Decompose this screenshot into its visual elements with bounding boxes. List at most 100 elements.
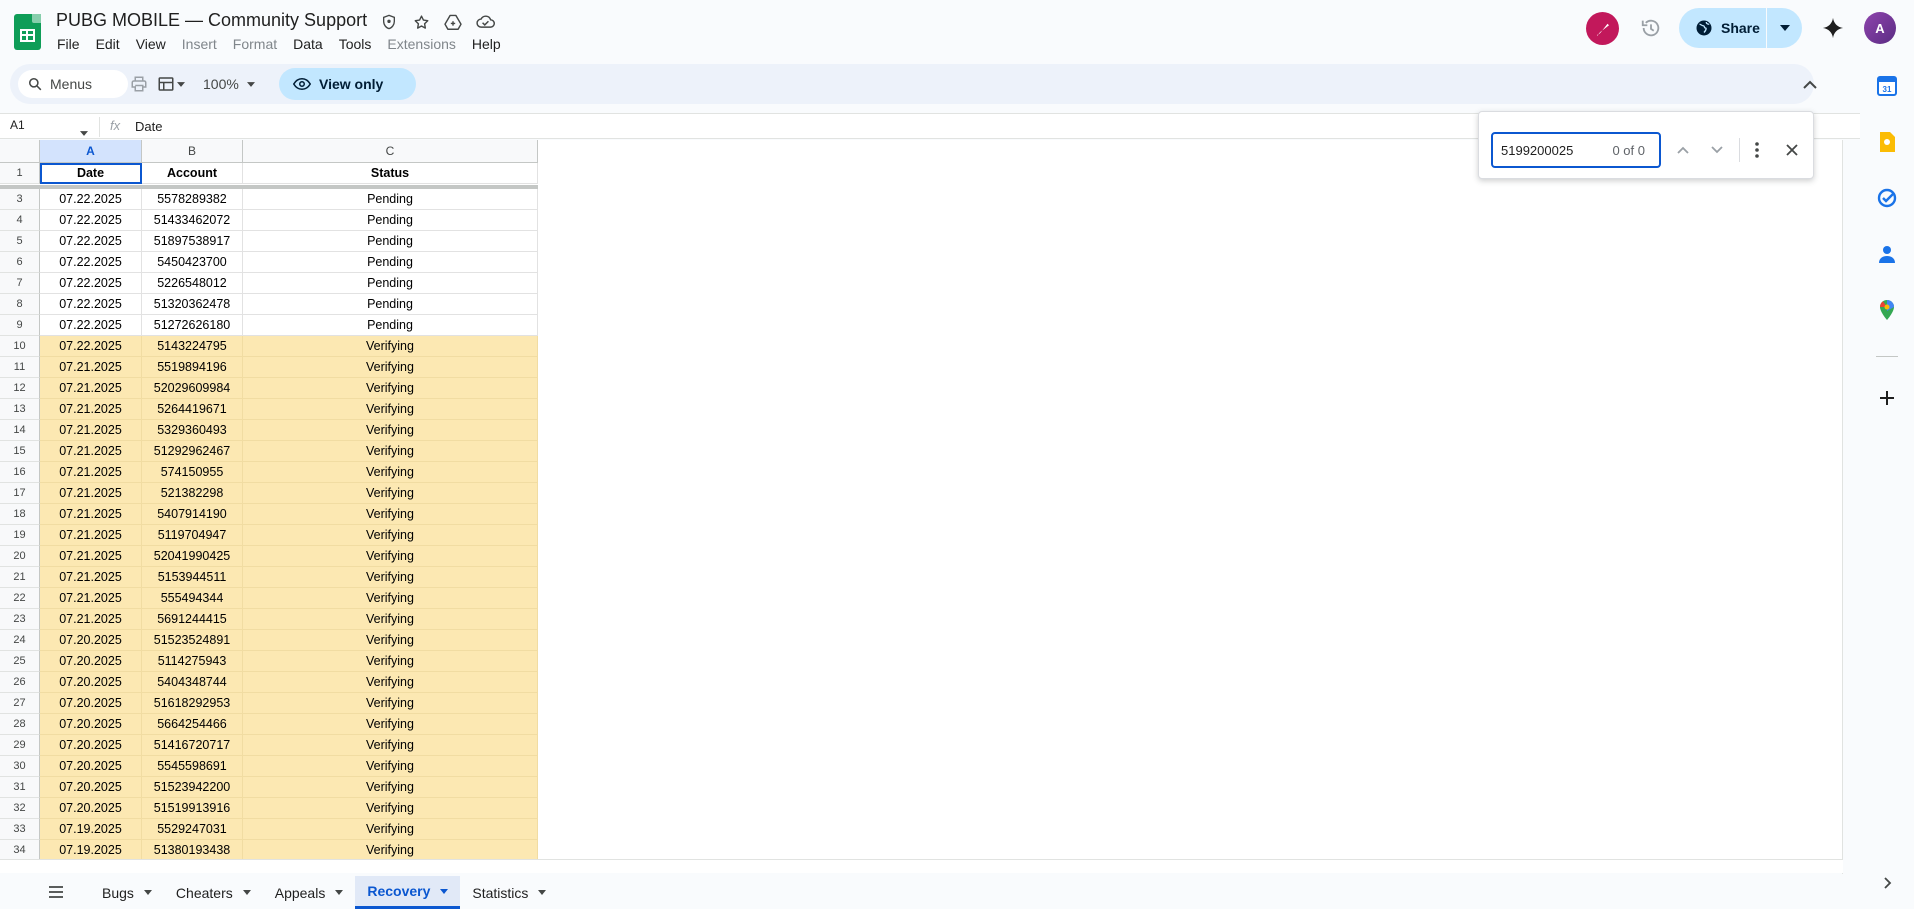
cell-account[interactable]: 5404348744 — [142, 672, 243, 693]
cell-status[interactable]: Verifying — [243, 420, 538, 441]
cell-status[interactable]: Verifying — [243, 630, 538, 651]
share-button[interactable]: Share — [1679, 8, 1802, 48]
cell-account[interactable]: 5691244415 — [142, 609, 243, 630]
print-icon[interactable] — [129, 74, 149, 94]
cell-date[interactable]: 07.22.2025 — [40, 210, 142, 231]
column-header-b[interactable]: B — [142, 140, 243, 163]
find-input[interactable]: 5199200025 0 of 0 — [1491, 132, 1661, 168]
cell-date[interactable]: 07.21.2025 — [40, 504, 142, 525]
cell-date[interactable]: 07.21.2025 — [40, 588, 142, 609]
move-to-drive-icon[interactable] — [443, 12, 463, 32]
cell-account[interactable]: 5153944511 — [142, 567, 243, 588]
row-number[interactable]: 14 — [0, 420, 40, 441]
cell-account[interactable]: 5264419671 — [142, 399, 243, 420]
view-only-button[interactable]: View only — [279, 68, 416, 100]
cell-status[interactable]: Verifying — [243, 840, 538, 860]
cell-account[interactable]: 51380193438 — [142, 840, 243, 860]
cell-date[interactable]: 07.22.2025 — [40, 336, 142, 357]
maps-icon[interactable] — [1875, 298, 1899, 322]
header-cell-account[interactable]: Account — [142, 163, 243, 184]
row-number[interactable]: 34 — [0, 840, 40, 860]
horizontal-scrollbar[interactable] — [0, 859, 1843, 873]
cell-status[interactable]: Pending — [243, 294, 538, 315]
all-sheets-icon[interactable] — [46, 884, 66, 900]
row-number[interactable]: 8 — [0, 294, 40, 315]
menu-help[interactable]: Help — [464, 34, 509, 54]
cell-account[interactable]: 5578289382 — [142, 189, 243, 210]
cell-date[interactable]: 07.21.2025 — [40, 546, 142, 567]
row-number[interactable]: 29 — [0, 735, 40, 756]
tab-cheaters[interactable]: Cheaters — [164, 876, 263, 909]
more-options-icon[interactable] — [1747, 140, 1767, 160]
cell-date[interactable]: 07.22.2025 — [40, 189, 142, 210]
row-number[interactable]: 13 — [0, 399, 40, 420]
row-number[interactable]: 18 — [0, 504, 40, 525]
cell-date[interactable]: 07.20.2025 — [40, 735, 142, 756]
cell-account[interactable]: 5664254466 — [142, 714, 243, 735]
cell-date[interactable]: 07.22.2025 — [40, 231, 142, 252]
cell-status[interactable]: Verifying — [243, 504, 538, 525]
cell-date[interactable]: 07.20.2025 — [40, 777, 142, 798]
cell-date[interactable]: 07.21.2025 — [40, 609, 142, 630]
close-icon[interactable] — [1782, 140, 1802, 160]
cell-account[interactable]: 521382298 — [142, 483, 243, 504]
row-number[interactable]: 28 — [0, 714, 40, 735]
row-number[interactable]: 15 — [0, 441, 40, 462]
row-number[interactable]: 21 — [0, 567, 40, 588]
caret-down-icon[interactable] — [335, 890, 344, 895]
tab-recovery[interactable]: Recovery — [355, 876, 461, 909]
header-cell-date[interactable]: Date — [40, 163, 142, 184]
cell-status[interactable]: Verifying — [243, 378, 538, 399]
column-header-a[interactable]: A — [40, 140, 142, 163]
cell-date[interactable]: 07.20.2025 — [40, 693, 142, 714]
cell-date[interactable]: 07.21.2025 — [40, 378, 142, 399]
calendar-icon[interactable]: 31 — [1875, 74, 1899, 98]
keep-icon[interactable] — [1875, 130, 1899, 154]
row-number[interactable]: 7 — [0, 273, 40, 294]
gemini-icon[interactable] — [1819, 14, 1847, 42]
chevron-down-icon[interactable] — [1707, 140, 1727, 160]
row-number[interactable]: 26 — [0, 672, 40, 693]
cell-status[interactable]: Verifying — [243, 819, 538, 840]
cell-status[interactable]: Verifying — [243, 714, 538, 735]
cell-date[interactable]: 07.21.2025 — [40, 483, 142, 504]
cell-status[interactable]: Verifying — [243, 546, 538, 567]
cell-date[interactable]: 07.19.2025 — [40, 840, 142, 860]
cell-date[interactable]: 07.22.2025 — [40, 252, 142, 273]
cell-account[interactable]: 51320362478 — [142, 294, 243, 315]
caret-down-icon[interactable] — [538, 890, 547, 895]
select-all-corner[interactable] — [0, 140, 40, 163]
name-box[interactable]: A1 — [10, 118, 90, 132]
shield-icon[interactable] — [379, 12, 399, 32]
cell-date[interactable]: 07.22.2025 — [40, 294, 142, 315]
zoom-select[interactable]: 100% — [203, 72, 255, 96]
row-number[interactable]: 9 — [0, 315, 40, 336]
collapse-toolbar-icon[interactable] — [1798, 72, 1822, 96]
cell-date[interactable]: 07.20.2025 — [40, 672, 142, 693]
cell-date[interactable]: 07.21.2025 — [40, 441, 142, 462]
cell-status[interactable]: Verifying — [243, 483, 538, 504]
cell-account[interactable]: 51416720717 — [142, 735, 243, 756]
cell-account[interactable]: 5519894196 — [142, 357, 243, 378]
cell-account[interactable]: 5529247031 — [142, 819, 243, 840]
cell-account[interactable]: 5329360493 — [142, 420, 243, 441]
cell-status[interactable]: Verifying — [243, 777, 538, 798]
row-number[interactable]: 30 — [0, 756, 40, 777]
cell-date[interactable]: 07.20.2025 — [40, 756, 142, 777]
cell-account[interactable]: 574150955 — [142, 462, 243, 483]
cell-account[interactable]: 52041990425 — [142, 546, 243, 567]
cell-date[interactable]: 07.19.2025 — [40, 819, 142, 840]
cell-date[interactable]: 07.20.2025 — [40, 798, 142, 819]
cell-status[interactable]: Verifying — [243, 693, 538, 714]
menu-tools[interactable]: Tools — [331, 34, 380, 54]
formula-input[interactable]: Date — [135, 119, 162, 134]
cell-date[interactable]: 07.21.2025 — [40, 357, 142, 378]
cell-date[interactable]: 07.21.2025 — [40, 567, 142, 588]
cell-status[interactable]: Verifying — [243, 441, 538, 462]
tab-appeals[interactable]: Appeals — [263, 876, 356, 909]
share-main-button[interactable]: Share — [1679, 8, 1766, 48]
row-number[interactable]: 3 — [0, 189, 40, 210]
cell-status[interactable]: Verifying — [243, 609, 538, 630]
cell-status[interactable]: Verifying — [243, 588, 538, 609]
cell-date[interactable]: 07.20.2025 — [40, 714, 142, 735]
